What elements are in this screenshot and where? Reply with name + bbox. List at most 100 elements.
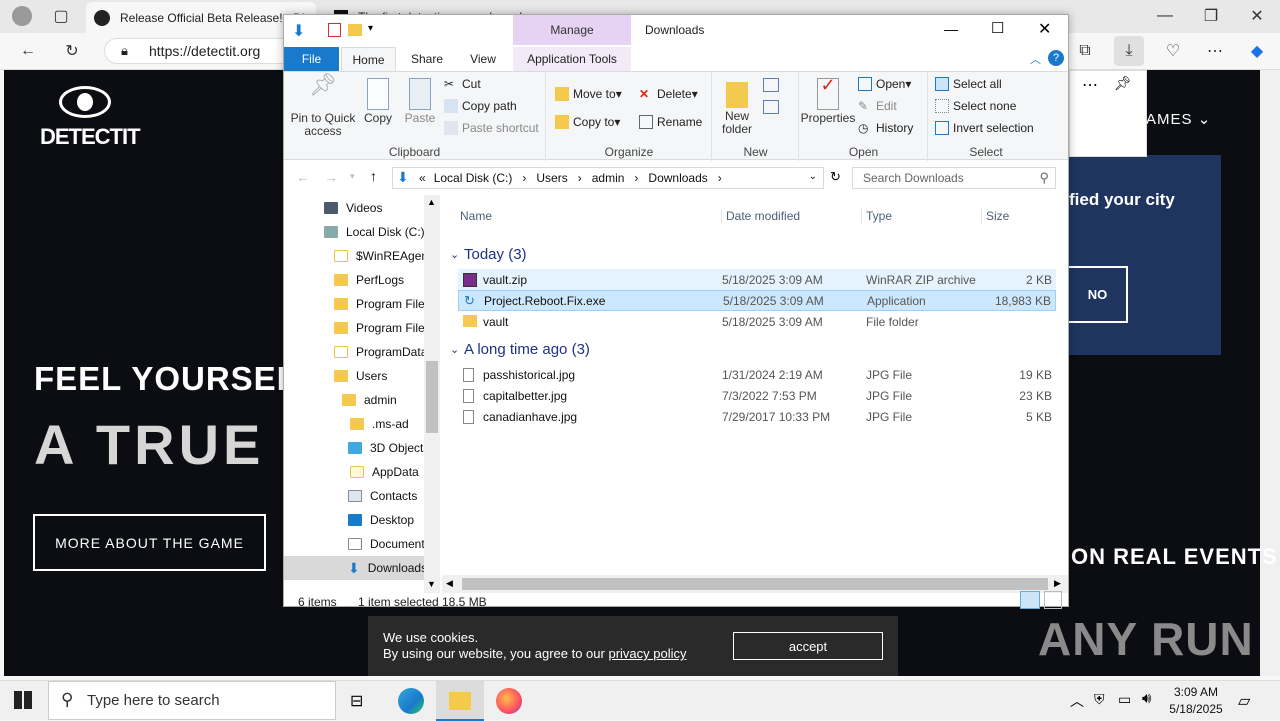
download-button[interactable]: ⤓	[1114, 36, 1144, 66]
folder-qat-icon[interactable]	[348, 24, 362, 36]
security-tray-icon[interactable]: ⛨	[1094, 691, 1105, 708]
close-button[interactable]: ✕	[1038, 19, 1051, 39]
minimize-browser-button[interactable]: —	[1150, 1, 1180, 31]
chevron-right-icon[interactable]: ›	[634, 171, 638, 185]
profile-avatar[interactable]	[12, 6, 32, 26]
file-row-capitalbetter[interactable]: capitalbetter.jpg 7/3/2022 7:53 PM JPG F…	[458, 385, 1056, 406]
refresh-icon[interactable]: ↻	[830, 169, 841, 185]
paste-button[interactable]: Paste	[402, 78, 438, 125]
properties-qat-icon[interactable]	[328, 23, 341, 37]
open-button[interactable]: Open ▾	[858, 74, 911, 94]
new-item-icon[interactable]	[763, 78, 779, 92]
volume-icon[interactable]: 🔊︎	[1142, 690, 1151, 707]
breadcrumb-users[interactable]: Users	[536, 171, 567, 185]
page-scrollbar[interactable]	[1260, 70, 1280, 676]
column-type[interactable]: Type	[861, 209, 892, 223]
column-size[interactable]: Size	[981, 209, 1009, 223]
restore-browser-button[interactable]: ❐	[1196, 1, 1226, 31]
network-icon[interactable]: ▭	[1118, 691, 1131, 708]
nav-item-3d-objects[interactable]: 3D Objects	[348, 436, 429, 460]
pin-icon[interactable]: 📌︎	[1114, 75, 1132, 92]
maximize-button[interactable]: ☐	[991, 19, 1004, 37]
file-row-canadianhave[interactable]: canadianhave.jpg 7/29/2017 10:33 PM JPG …	[458, 406, 1056, 427]
nav-item-program-files-x86[interactable]: Program Files	[334, 316, 431, 340]
move-to-button[interactable]: Move to ▾	[555, 84, 622, 104]
qat-dropdown-icon[interactable]: ▾	[368, 23, 373, 34]
new-folder-button[interactable]: New folder	[717, 78, 757, 136]
collapse-ribbon-icon[interactable]: ︿	[1030, 51, 1041, 67]
up-arrow-icon[interactable]: ↑	[370, 168, 377, 184]
file-row-vault-folder[interactable]: vault 5/18/2025 3:09 AM File folder	[458, 311, 1056, 332]
nav-item-desktop[interactable]: Desktop	[348, 508, 414, 532]
copy-button[interactable]: Copy	[360, 78, 396, 125]
breadcrumb-overflow[interactable]: «	[419, 171, 426, 185]
edit-button[interactable]: ✎ Edit	[858, 96, 897, 116]
group-header-today[interactable]: ⌄ Today (3)	[450, 246, 527, 263]
nav-item-programdata[interactable]: ProgramData	[334, 340, 427, 364]
help-icon[interactable]: ?	[1048, 50, 1064, 66]
games-nav-link[interactable]: AMES ⌄	[1146, 110, 1211, 128]
task-view-icon[interactable]: ⊟	[350, 691, 363, 711]
firefox-taskbar-icon[interactable]	[496, 688, 522, 714]
breadcrumb[interactable]: ⬇ « Local Disk (C:) › Users › admin › Downl…	[392, 167, 824, 189]
more-menu-icon[interactable]: ⋯	[1200, 36, 1230, 66]
close-browser-button[interactable]: ✕	[1242, 1, 1272, 31]
system-clock[interactable]: 3:09 AM 5/18/2025	[1160, 684, 1232, 718]
nav-item-program-files[interactable]: Program Files	[334, 292, 431, 316]
address-bar[interactable]: 🔒︎ https://detectit.org	[104, 38, 304, 64]
site-logo[interactable]: DETECTIT	[40, 86, 141, 150]
nav-item-appdata[interactable]: AppData	[350, 460, 419, 484]
delete-button[interactable]: ✕ Delete ▾	[639, 84, 698, 104]
rename-button[interactable]: Rename	[639, 112, 702, 132]
browser-tab-release[interactable]: Release Official Beta Release! · Di	[86, 2, 316, 33]
scroll-left-icon[interactable]: ◀	[446, 578, 453, 589]
copilot-icon[interactable]: ◆	[1242, 36, 1272, 66]
search-input[interactable]: Search Downloads ⚲	[852, 167, 1056, 189]
nav-item-local-disk[interactable]: Local Disk (C:)	[324, 220, 425, 244]
no-button[interactable]: NO	[1069, 266, 1128, 323]
manage-context-tab[interactable]: Manage	[513, 15, 631, 45]
nav-item-videos[interactable]: Videos	[324, 196, 382, 220]
windows-start-icon[interactable]	[14, 691, 32, 709]
accept-cookies-button[interactable]: accept	[733, 632, 883, 660]
tab-view[interactable]: View	[458, 47, 508, 71]
cut-button[interactable]: ✂ Cut	[444, 74, 481, 94]
properties-button[interactable]: ✓ Properties	[800, 76, 856, 125]
file-row-vault-zip[interactable]: vault.zip 5/18/2025 3:09 AM WinRAR ZIP a…	[458, 269, 1056, 290]
column-date-modified[interactable]: Date modified	[721, 209, 800, 223]
chevron-right-icon[interactable]: ›	[522, 171, 526, 185]
history-button[interactable]: ◷ History	[858, 118, 913, 138]
pin-quick-access-button[interactable]: 📌︎ Pin to Quick access	[288, 74, 358, 138]
select-none-button[interactable]: Select none	[935, 96, 1016, 116]
recent-dropdown-icon[interactable]: ▾	[350, 171, 355, 182]
back-button[interactable]: ←	[13, 36, 43, 66]
chevron-right-icon[interactable]: ›	[578, 171, 582, 185]
chevron-right-icon[interactable]: ›	[718, 171, 722, 185]
minimize-button[interactable]: —	[944, 21, 958, 37]
invert-selection-button[interactable]: Invert selection	[935, 118, 1034, 138]
nav-item-admin[interactable]: admin	[342, 388, 397, 412]
extensions-icon[interactable]: ⧉	[1070, 36, 1100, 66]
nav-scrollbar[interactable]: ▲ ▼	[424, 195, 440, 593]
nav-item-contacts[interactable]: Contacts	[348, 484, 417, 508]
copy-path-button[interactable]: Copy path	[444, 96, 517, 116]
scroll-down-icon[interactable]: ▼	[427, 579, 436, 589]
horizontal-scroll-thumb[interactable]	[462, 578, 1048, 590]
breadcrumb-downloads[interactable]: Downloads	[648, 171, 707, 185]
breadcrumb-local-disk[interactable]: Local Disk (C:)	[434, 171, 513, 185]
scroll-right-icon[interactable]: ▶	[1054, 578, 1061, 589]
details-view-icon[interactable]	[1020, 591, 1040, 609]
forward-arrow-icon[interactable]: →	[324, 169, 338, 185]
select-all-button[interactable]: Select all	[935, 74, 1002, 94]
taskbar-search-input[interactable]: ⚲ Type here to search	[48, 681, 336, 720]
nav-item-ms-ad[interactable]: .ms-ad	[350, 412, 409, 436]
file-row-passhistorical[interactable]: passhistorical.jpg 1/31/2024 2:19 AM JPG…	[458, 364, 1056, 385]
copy-to-button[interactable]: Copy to ▾	[555, 112, 620, 132]
privacy-policy-link[interactable]: privacy policy	[608, 646, 686, 661]
nav-item-users[interactable]: Users	[334, 364, 387, 388]
large-icons-view-icon[interactable]	[1044, 591, 1062, 609]
scroll-up-icon[interactable]: ▲	[427, 197, 436, 207]
tray-overflow-icon[interactable]: ︿	[1070, 691, 1084, 711]
nav-scroll-thumb[interactable]	[426, 361, 438, 433]
nav-item-documents[interactable]: Documents	[348, 532, 431, 556]
